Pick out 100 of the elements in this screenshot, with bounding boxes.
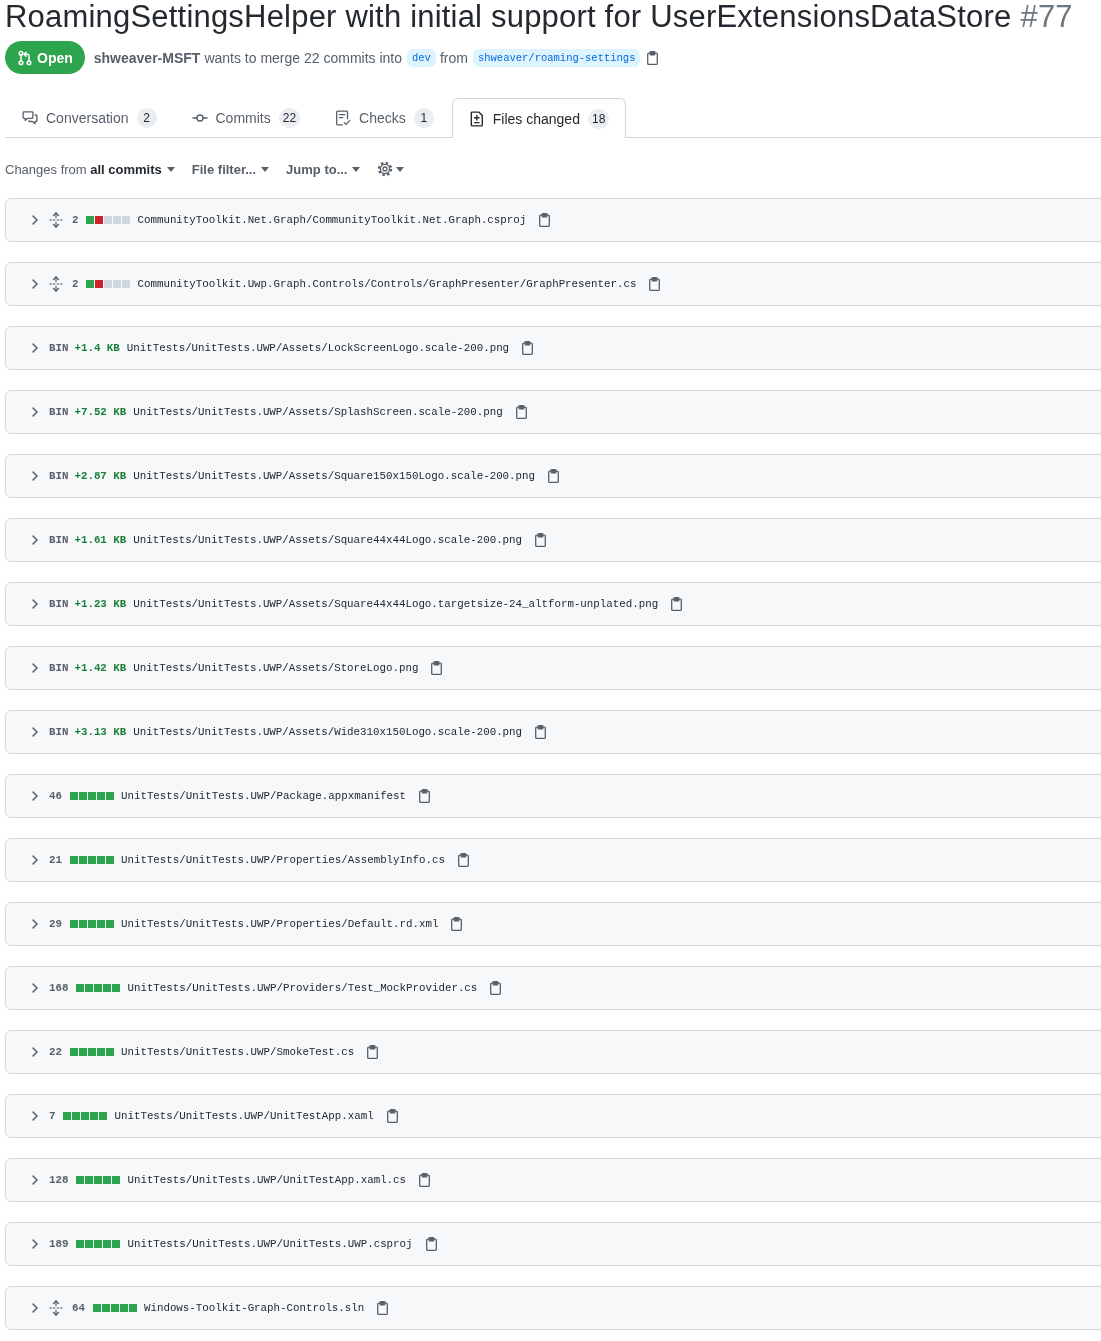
checklist-icon xyxy=(335,110,352,126)
chevron-icon[interactable] xyxy=(31,790,39,802)
chevron-icon[interactable] xyxy=(31,342,39,354)
caret-icon xyxy=(396,166,405,172)
copy-icon[interactable] xyxy=(535,725,547,739)
copy-icon[interactable] xyxy=(548,469,559,483)
chevron-icon[interactable] xyxy=(31,406,39,418)
copy-icon[interactable] xyxy=(671,597,683,611)
change-count: 2 xyxy=(72,278,79,290)
copy-icon[interactable] xyxy=(539,213,551,227)
file-type-label: BIN xyxy=(49,342,69,354)
chevron-icon[interactable] xyxy=(31,1302,39,1314)
tab[interactable]: Checks 1 xyxy=(318,98,451,137)
file-path[interactable]: UnitTests/UnitTests.UWP/Assets/Square150x150Logo.scale-200.png xyxy=(133,470,535,482)
chevron-icon[interactable] xyxy=(31,918,39,930)
merge-text: wants to merge 22 commits into xyxy=(204,49,402,66)
size-change: +1.4 KB xyxy=(74,342,120,354)
status-label: Open xyxy=(37,49,73,66)
dropdown-button[interactable]: File filter... xyxy=(191,161,270,177)
file-path[interactable]: UnitTests/UnitTests.UWP/Properties/Default.rd.xml xyxy=(120,918,439,930)
chevron-icon[interactable] xyxy=(31,534,39,546)
file-path[interactable]: UnitTests/UnitTests.UWP/UnitTestApp.xaml.cs xyxy=(127,1174,407,1186)
file-type-label: BIN xyxy=(49,726,69,738)
chevron-icon[interactable] xyxy=(31,982,39,994)
file-path[interactable]: UnitTests/UnitTests.UWP/Assets/LockScreenLogo.scale-200.png xyxy=(126,342,510,354)
counter: 18 xyxy=(587,108,610,129)
change-count: 29 xyxy=(49,918,62,930)
size-change: +1.23 KB xyxy=(74,598,127,610)
copy-icon[interactable] xyxy=(649,277,661,291)
file-path[interactable]: UnitTests/UnitTests.UWP/Providers/Test_MockProvider.cs xyxy=(127,982,478,994)
counter: 22 xyxy=(278,108,301,128)
copy-icon[interactable] xyxy=(457,853,469,867)
change-count: 21 xyxy=(49,854,62,866)
chevron-icon[interactable] xyxy=(31,1046,39,1058)
file-path[interactable]: Windows-Toolkit-Graph-Controls.sln xyxy=(143,1302,365,1314)
tab[interactable]: Conversation 2 xyxy=(5,98,174,137)
copy-icon[interactable] xyxy=(522,341,534,355)
file-path[interactable]: UnitTests/UnitTests.UWP/Package.appxmanifest xyxy=(120,790,407,802)
tab[interactable]: Files changed 18 xyxy=(451,98,627,138)
branch-label[interactable]: dev xyxy=(407,48,436,67)
chevron-icon[interactable] xyxy=(31,598,39,610)
chevron-icon[interactable] xyxy=(31,1238,39,1250)
file-path[interactable]: UnitTests/UnitTests.UWP/Assets/SplashScreen.scale-200.png xyxy=(133,406,503,418)
file-type-label: BIN xyxy=(49,598,69,610)
copy-icon[interactable] xyxy=(419,1173,431,1187)
copy-icon[interactable] xyxy=(386,1109,398,1123)
expand-arrows-icon[interactable] xyxy=(49,276,63,292)
copy-icon[interactable] xyxy=(647,50,659,65)
settings-button[interactable] xyxy=(377,161,405,177)
expand-arrows-icon[interactable] xyxy=(49,212,63,228)
change-count: 128 xyxy=(49,1174,69,1186)
copy-icon[interactable] xyxy=(451,917,463,931)
file-path[interactable]: UnitTests/UnitTests.UWP/UnitTests.UWP.csproj xyxy=(127,1238,413,1250)
chevron-icon[interactable] xyxy=(31,726,39,738)
file-path[interactable]: UnitTests/UnitTests.UWP/Assets/Wide310x150Logo.scale-200.png xyxy=(133,726,523,738)
gear-icon xyxy=(377,161,394,177)
file-path[interactable]: CommunityToolkit.Uwp.Graph.Controls/Controls/GraphPresenter/GraphPresenter.cs xyxy=(137,278,637,290)
caret-icon xyxy=(166,166,175,172)
compare-dropdown[interactable]: Changes from all commits xyxy=(5,161,175,177)
file-path[interactable]: UnitTests/UnitTests.UWP/Assets/Square44x44Logo.scale-200.png xyxy=(133,534,523,546)
author-link[interactable]: shweaver-MSFT xyxy=(93,49,201,66)
expand-arrows-icon[interactable] xyxy=(49,1300,63,1316)
copy-icon[interactable] xyxy=(367,1045,379,1059)
chevron-icon[interactable] xyxy=(31,1174,39,1186)
chevron-icon[interactable] xyxy=(31,470,39,482)
copy-icon[interactable] xyxy=(419,789,431,803)
chevron-icon[interactable] xyxy=(31,1110,39,1122)
size-change: +2.87 KB xyxy=(74,470,127,482)
file-path[interactable]: UnitTests/UnitTests.UWP/Assets/StoreLogo.png xyxy=(133,662,419,674)
file-type-label: BIN xyxy=(49,662,69,674)
change-count: 168 xyxy=(49,982,69,994)
counter: 1 xyxy=(413,108,434,128)
chevron-icon[interactable] xyxy=(31,854,39,866)
copy-icon[interactable] xyxy=(425,1237,437,1251)
file-type-label: BIN xyxy=(49,406,69,418)
branch-label[interactable]: shweaver/roaming-settings xyxy=(472,48,641,67)
file-type-label: BIN xyxy=(49,534,69,546)
copy-icon[interactable] xyxy=(515,405,527,419)
pull-request-icon xyxy=(17,49,33,66)
caret-icon xyxy=(261,166,270,172)
file-type-label: BIN xyxy=(49,470,69,482)
tab[interactable]: Commits 22 xyxy=(174,98,318,137)
from-text: from xyxy=(439,49,468,66)
dropdown-button[interactable]: Jump to... xyxy=(286,161,361,177)
caret-icon xyxy=(352,166,361,172)
speech-bubbles-icon xyxy=(22,110,38,126)
copy-icon[interactable] xyxy=(377,1301,389,1315)
change-count: 22 xyxy=(49,1046,62,1058)
file-path[interactable]: UnitTests/UnitTests.UWP/Properties/AssemblyInfo.cs xyxy=(120,854,445,866)
file-path[interactable]: UnitTests/UnitTests.UWP/UnitTestApp.xaml xyxy=(114,1110,374,1122)
file-path[interactable]: CommunityToolkit.Net.Graph/CommunityToolkit.Net.Graph.csproj xyxy=(137,214,527,226)
copy-icon[interactable] xyxy=(535,533,547,547)
file-path[interactable]: UnitTests/UnitTests.UWP/SmokeTest.cs xyxy=(120,1046,355,1058)
copy-icon[interactable] xyxy=(490,981,502,995)
copy-icon[interactable] xyxy=(431,661,443,675)
pr-number: #77 xyxy=(1020,0,1073,34)
file-path[interactable]: UnitTests/UnitTests.UWP/Assets/Square44x44Logo.targetsize-24_altform-unplated.png xyxy=(133,598,659,610)
chevron-icon[interactable] xyxy=(31,214,39,226)
chevron-icon[interactable] xyxy=(31,278,39,290)
chevron-icon[interactable] xyxy=(31,662,39,674)
